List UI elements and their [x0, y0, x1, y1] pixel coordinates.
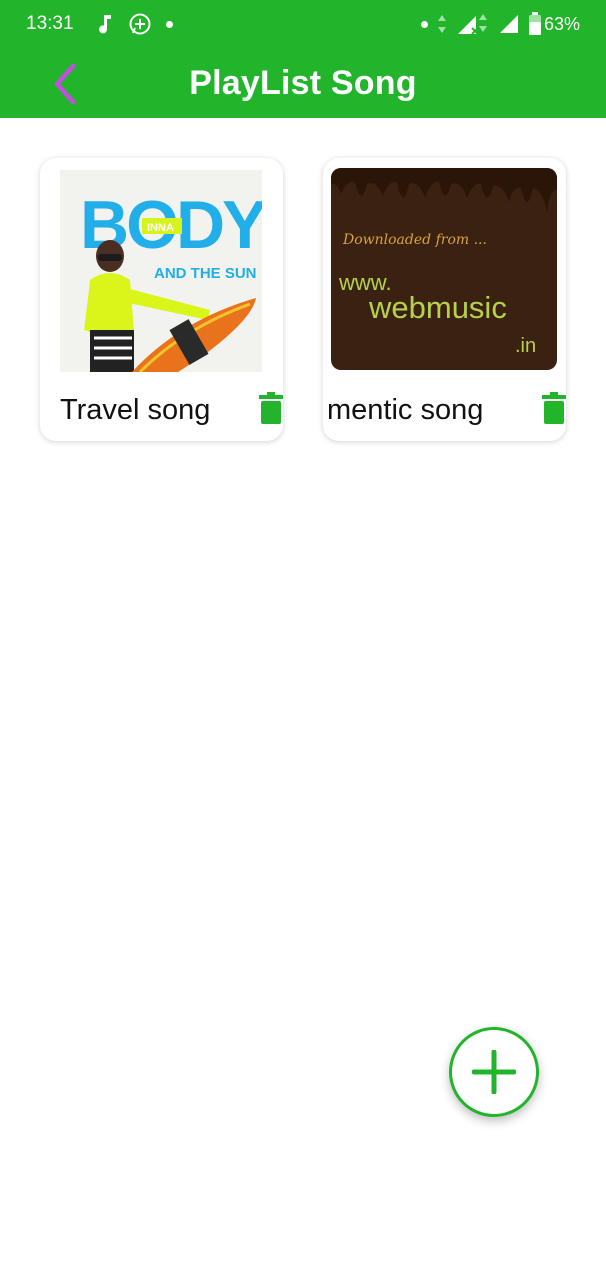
- whatsapp-icon: [129, 13, 151, 35]
- playlist-card[interactable]: Downloaded from ... www. webmusic .in me…: [323, 158, 566, 441]
- page-title: PlayList Song: [189, 64, 417, 102]
- card-label-row: mentic song: [323, 390, 566, 432]
- trash-icon: [542, 392, 566, 424]
- battery-percent: 63%: [543, 14, 580, 34]
- album-watermark-line1: Downloaded from ...: [342, 232, 487, 248]
- playlist-card[interactable]: BODY INNA AND THE SUN Travel song: [40, 158, 283, 441]
- album-art-image: Downloaded from ... www. webmusic .in: [331, 168, 557, 370]
- album-art: Downloaded from ... www. webmusic .in: [331, 168, 557, 370]
- status-time: 13:31: [26, 13, 74, 34]
- plus-icon: [472, 1050, 516, 1094]
- notification-dot-icon: [421, 20, 428, 28]
- playlist-grid: BODY INNA AND THE SUN Travel song Downlo…: [40, 158, 566, 441]
- notification-dot-icon: [166, 20, 173, 28]
- album-art-image: BODY INNA AND THE SUN: [60, 170, 262, 372]
- delete-button[interactable]: [542, 392, 566, 424]
- album-watermark-line4: .in: [515, 335, 536, 357]
- status-right-icons: [421, 12, 542, 36]
- card-label-row: Travel song: [40, 390, 283, 432]
- battery-icon: [529, 12, 541, 35]
- delete-button[interactable]: [259, 392, 283, 424]
- album-subtitle: AND THE SUN: [154, 265, 257, 282]
- signal-icon: [500, 15, 518, 33]
- album-art: BODY INNA AND THE SUN: [60, 170, 262, 372]
- playlist-name: mentic song: [327, 394, 484, 426]
- album-watermark-line3: webmusic: [368, 290, 507, 325]
- trash-icon: [259, 392, 283, 424]
- status-bar: 13:31 63%: [0, 0, 606, 50]
- status-left-icons: [96, 12, 173, 36]
- data-arrows-icon: [438, 15, 446, 33]
- signal-no-service-icon: [458, 14, 487, 35]
- add-playlist-button[interactable]: [449, 1027, 539, 1117]
- app-bar: PlayList Song: [0, 50, 606, 118]
- music-note-icon: [99, 15, 111, 34]
- album-badge: INNA: [147, 222, 174, 234]
- playlist-name: Travel song: [60, 394, 211, 426]
